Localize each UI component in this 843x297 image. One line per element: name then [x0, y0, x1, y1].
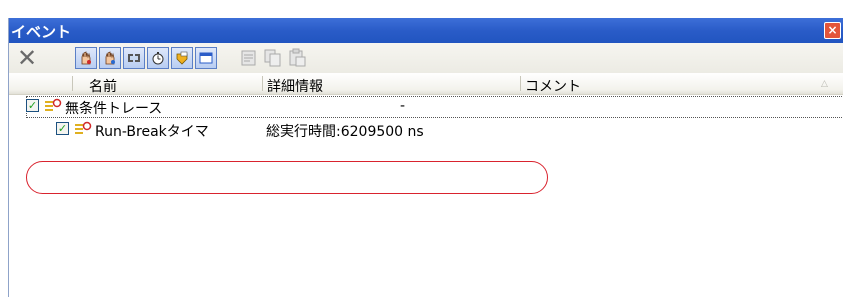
list-header: 名前 詳細情報 コメント △: [9, 73, 843, 95]
highlight-annotation: [26, 161, 548, 194]
event-icon: [75, 121, 92, 134]
table-row[interactable]: ✓ Run-Breakタイマ 総実行時間:6209500 ns: [9, 119, 843, 141]
table-row[interactable]: ✓ 無条件トレース -: [26, 96, 843, 118]
event-name: 無条件トレース: [65, 101, 163, 117]
view-icon[interactable]: [195, 47, 217, 69]
software-break-icon[interactable]: [99, 47, 121, 69]
event-panel: イベント × ✕ 名前 詳細情報 コメント △ ✓ 無条件トレース - ✓ Ru…: [8, 18, 843, 297]
title-bar: イベント ×: [9, 18, 843, 43]
event-detail: 総実行時間:6209500 ns: [266, 124, 424, 140]
condition-icon[interactable]: [171, 47, 193, 69]
hardware-break-icon[interactable]: [75, 47, 97, 69]
event-icon: [45, 98, 62, 111]
event-name: Run-Breakタイマ: [95, 124, 209, 140]
column-comment[interactable]: コメント: [525, 76, 581, 96]
sort-indicator-icon: △: [821, 79, 828, 89]
column-name[interactable]: 名前: [89, 76, 117, 96]
column-separator[interactable]: [72, 76, 73, 91]
checkbox[interactable]: ✓: [56, 122, 69, 135]
event-detail: -: [400, 98, 406, 114]
trace-icon[interactable]: [123, 47, 145, 69]
toolbar: ✕: [9, 43, 843, 73]
column-detail[interactable]: 詳細情報: [267, 76, 323, 96]
checkbox[interactable]: ✓: [26, 99, 39, 112]
window-title: イベント: [11, 23, 72, 41]
paste-icon: [287, 48, 307, 68]
edit-icon: [239, 48, 259, 68]
column-separator[interactable]: [262, 76, 263, 91]
timer-icon[interactable]: [147, 47, 169, 69]
close-icon[interactable]: ×: [824, 22, 841, 39]
column-separator[interactable]: [520, 76, 521, 91]
copy-icon: [263, 48, 283, 68]
delete-x-icon[interactable]: ✕: [17, 45, 37, 71]
